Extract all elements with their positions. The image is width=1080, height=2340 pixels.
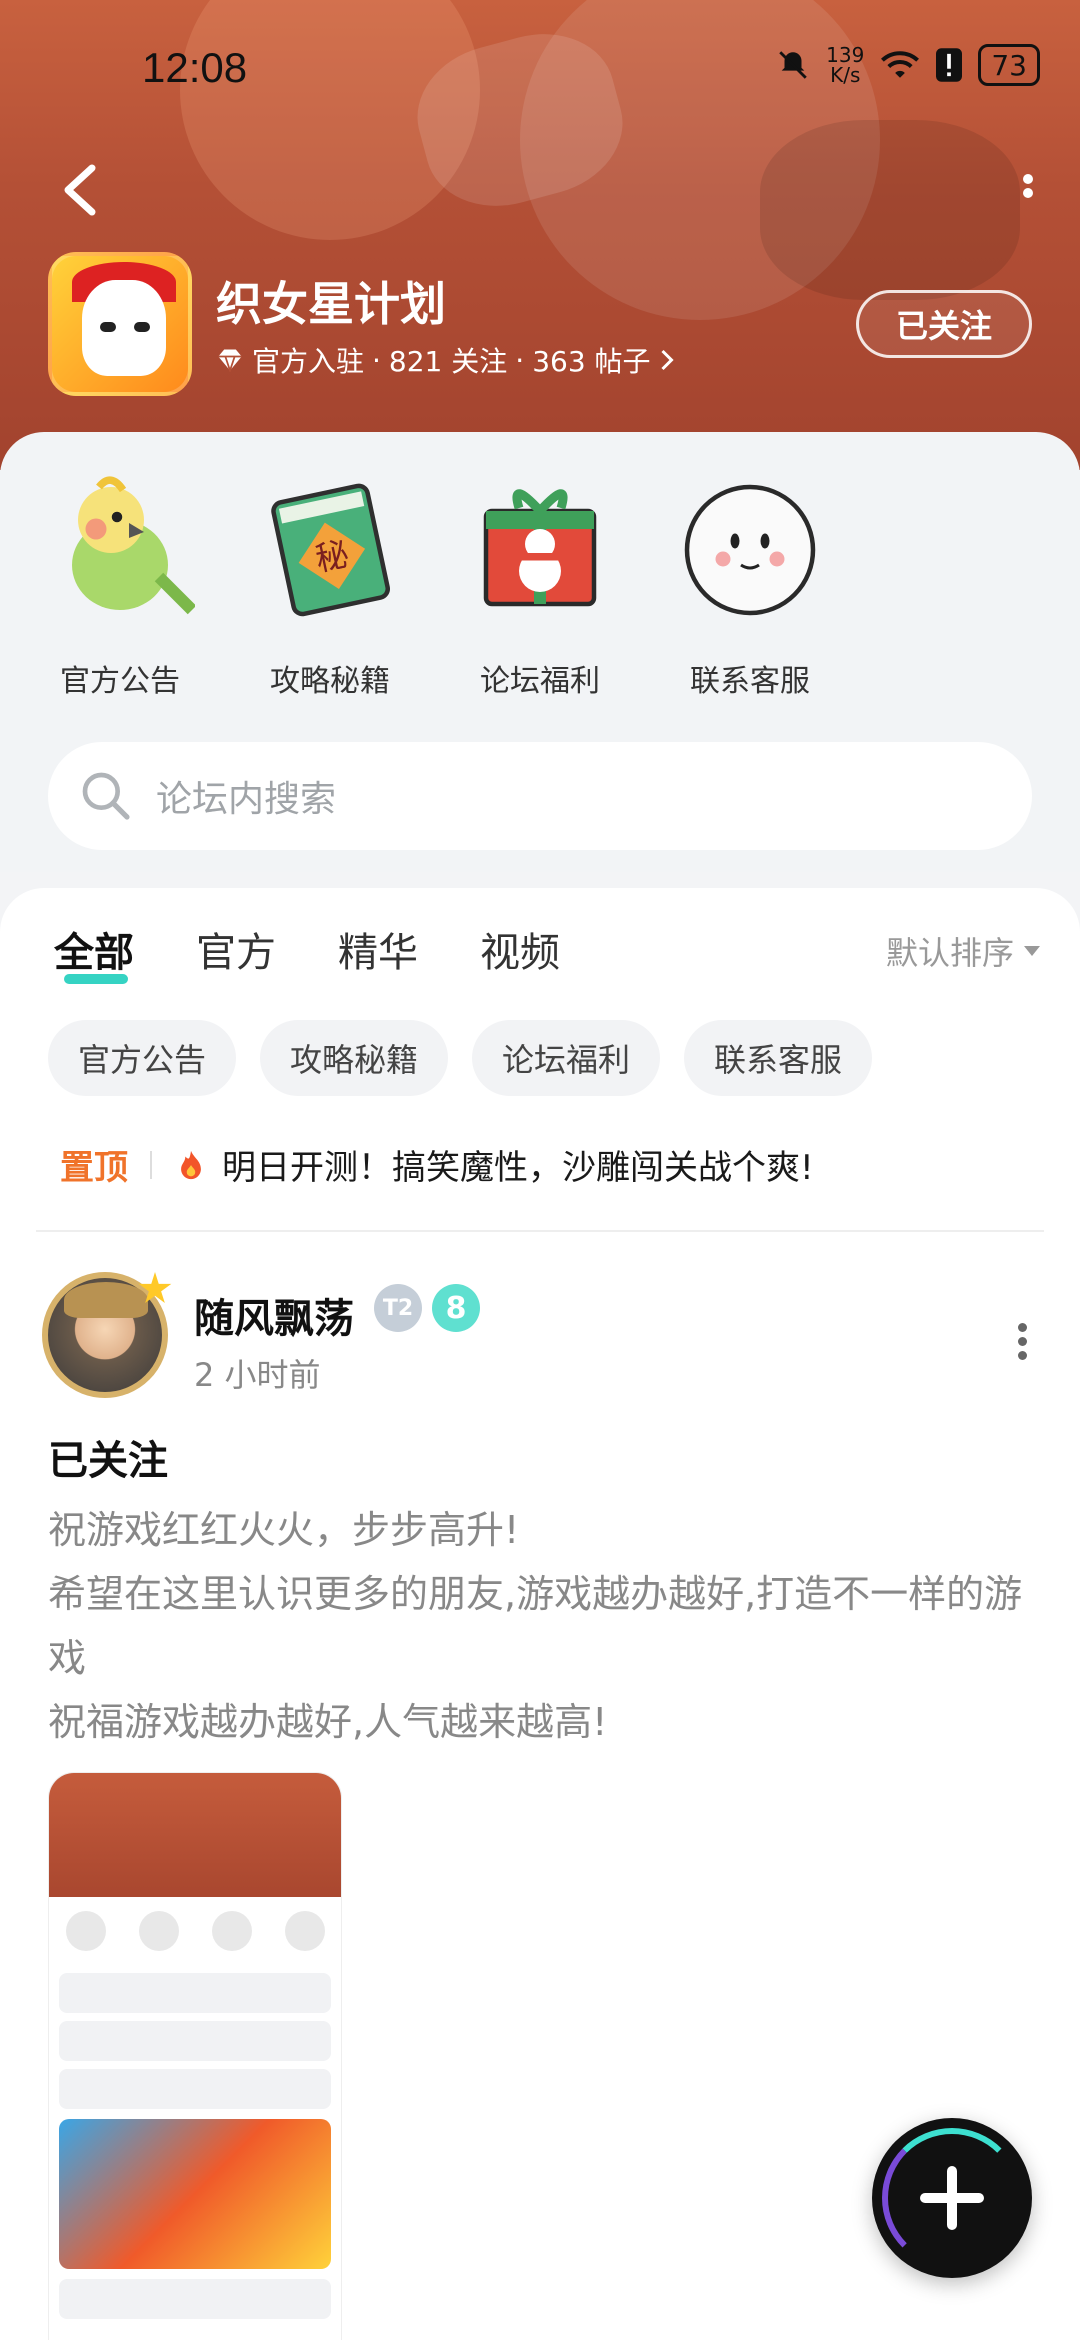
- create-post-button[interactable]: [872, 2118, 1032, 2278]
- status-time: 12:08: [142, 44, 248, 91]
- shortcut-support[interactable]: 联系客服: [660, 472, 840, 700]
- shortcut-guides[interactable]: 秘 攻略秘籍: [240, 472, 420, 700]
- feed-tabs: 全部 官方 精华 视频: [54, 920, 560, 984]
- chevron-right-icon: [660, 349, 674, 371]
- speed-value: 139: [826, 43, 865, 67]
- pinned-title: 明日开测！搞笑魔性，沙雕闯关战个爽!: [222, 1148, 814, 1188]
- pinned-tag: 置顶: [60, 1148, 128, 1188]
- tab-underline: [64, 974, 128, 984]
- diamond-icon: [218, 349, 242, 372]
- category-chips: 官方公告 攻略秘籍 论坛福利 联系客服: [48, 1020, 873, 1096]
- fire-icon: [181, 1150, 201, 1179]
- shortcut-label: 论坛福利: [480, 664, 600, 699]
- tab-label: 全部: [54, 930, 134, 976]
- parrot-icon: [72, 476, 197, 615]
- post-line: 祝游戏红红火火，步步高升!: [48, 1508, 520, 1552]
- mute-bell-icon: [779, 51, 807, 79]
- plus-icon: [947, 2166, 957, 2230]
- tab-official[interactable]: 官方: [196, 920, 276, 978]
- battery-indicator: 73: [978, 44, 1040, 86]
- post-time: 2 小时前: [194, 1356, 321, 1394]
- thumb-row: [59, 2279, 331, 2319]
- forum-avatar: [48, 252, 192, 396]
- thumb-row: [59, 1973, 331, 2013]
- mascot-icon: [684, 484, 816, 616]
- header-art: [760, 120, 1020, 300]
- post-feed: 全部 官方 精华 视频 默认排序 官方公告 攻略秘籍 论坛福利 联系客服 置顶 …: [0, 888, 1080, 2340]
- meta-dot: ·: [515, 343, 525, 377]
- thumb-header: [49, 1773, 341, 1897]
- tab-all[interactable]: 全部: [54, 920, 134, 984]
- post-body[interactable]: 祝游戏红红火火，步步高升! 希望在这里认识更多的朋友,游戏越办越好,打造不一样的…: [48, 1498, 1028, 1754]
- meta-dot: ·: [372, 343, 381, 377]
- post-line: 希望在这里认识更多的朋友,游戏越办越好,打造不一样的游戏: [48, 1572, 1023, 1680]
- shortcut-benefits[interactable]: 论坛福利: [450, 472, 630, 700]
- chip-guides[interactable]: 攻略秘籍: [260, 1020, 449, 1096]
- avatar[interactable]: [42, 1272, 172, 1398]
- search-bar[interactable]: 论坛内搜索: [48, 742, 1032, 850]
- forum-meta[interactable]: 官方入驻 · 821 关注 · 363 帖子: [216, 340, 675, 380]
- search-input[interactable]: 论坛内搜索: [156, 770, 336, 822]
- chip-announcements[interactable]: 官方公告: [48, 1020, 237, 1096]
- post-more-icon[interactable]: [1012, 1318, 1032, 1365]
- gift-icon: [483, 489, 597, 607]
- follow-button[interactable]: 已关注: [856, 290, 1032, 358]
- wifi-icon: [881, 51, 920, 78]
- divider: [150, 1150, 152, 1179]
- shortcut-label: 联系客服: [690, 664, 810, 699]
- tab-video[interactable]: 视频: [480, 920, 560, 978]
- post-image[interactable]: [48, 1772, 342, 2340]
- status-icons: 139 K/s 73: [776, 44, 1040, 86]
- official-label: 官方入驻: [252, 345, 365, 378]
- tab-featured[interactable]: 精华: [338, 920, 418, 978]
- chip-benefits[interactable]: 论坛福利: [472, 1020, 661, 1096]
- forum-name: 织女星计划: [216, 277, 446, 331]
- followers-count: 821 关注: [388, 345, 508, 378]
- shortcut-label: 攻略秘籍: [270, 664, 390, 699]
- chip-support[interactable]: 联系客服: [684, 1020, 873, 1096]
- sort-dropdown[interactable]: 默认排序: [886, 928, 1040, 974]
- forum-header: 12:08 139 K/s 73 织女星计划 官方入驻 · 821 关注 · 3…: [0, 0, 1080, 470]
- network-speed: 139 K/s: [826, 45, 864, 85]
- thumb-icons: [49, 1897, 341, 1965]
- search-icon: [82, 772, 130, 820]
- post-username[interactable]: 随风飘荡: [194, 1286, 354, 1344]
- posts-count: 363 帖子: [532, 345, 651, 378]
- alert-icon: [936, 48, 963, 82]
- thumb-row: [59, 2069, 331, 2109]
- thumb-row: [59, 2021, 331, 2061]
- back-arrow-icon[interactable]: [52, 160, 112, 220]
- shortcut-panel: 官方公告 秘 攻略秘籍 论坛福利 联系客服 论坛内搜索: [0, 432, 1080, 872]
- sort-label: 默认排序: [885, 934, 1014, 972]
- status-bar: 12:08 139 K/s 73: [0, 0, 1080, 130]
- post-title[interactable]: 已关注: [48, 1428, 168, 1486]
- thumb-banner: [59, 2119, 331, 2269]
- pinned-post[interactable]: 置顶 明日开测！搞笑魔性，沙雕闯关战个爽!: [60, 1140, 814, 1189]
- level-badge: T2: [374, 1284, 422, 1332]
- divider: [36, 1230, 1044, 1232]
- rank-badge: 8: [432, 1284, 480, 1332]
- post-line: 祝福游戏越办越好,人气越来越高!: [48, 1700, 608, 1744]
- speed-unit: K/s: [830, 63, 861, 87]
- secret-book-icon: 秘: [271, 483, 391, 617]
- shortcut-announcements[interactable]: 官方公告: [30, 472, 210, 700]
- chevron-down-icon: [1024, 946, 1040, 956]
- shortcut-label: 官方公告: [60, 664, 180, 699]
- more-menu-icon[interactable]: [1016, 170, 1040, 210]
